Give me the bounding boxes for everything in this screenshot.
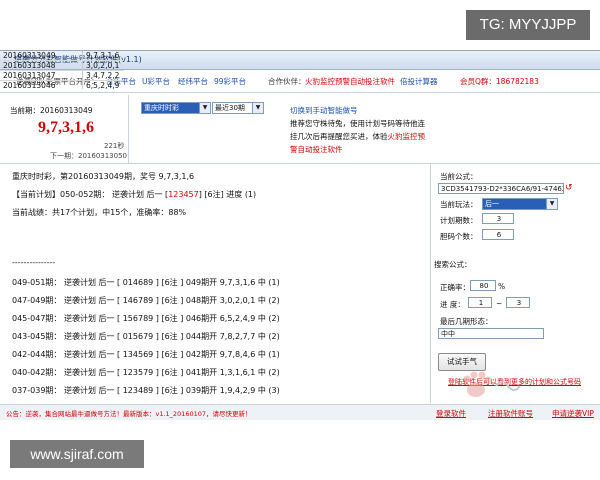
countdown: 221秒 (104, 142, 125, 150)
progress-to-input[interactable]: 3 (506, 297, 530, 308)
draw-period: 20160313048 (3, 61, 56, 70)
search-formula-label: 搜索公式： (434, 260, 472, 269)
refresh-icon[interactable]: ↺ (565, 183, 573, 193)
draw-period: 20160313046 (3, 81, 56, 90)
draw-numbers: 3,4,7,2,2 (86, 71, 120, 80)
history-row: 043-045期： 逆袭计划 后一 [ 015679 ] [6注 ] 044期开… (12, 332, 280, 341)
history-row: 040-042期： 逆袭计划 后一 [ 123579 ] [6注 ] 041期开… (12, 368, 280, 377)
history-row: 042-044期： 逆袭计划 后一 [ 134569 ] [6注 ] 042期开… (12, 350, 280, 359)
history-row: 045-047期： 逆袭计划 后一 [ 156789 ] [6注 ] 046期开… (12, 314, 280, 323)
draw-period: 20160313049 (3, 51, 56, 60)
record-summary: 当前战绩：共17个计划，中15个，准确率：88% (12, 208, 187, 217)
current-plan-suffix: ] [6注] 进度 (1) (198, 190, 257, 199)
progress-label: 进 度： (440, 300, 465, 309)
list-item[interactable]: 20160313049 9,7,3,1,6 (0, 51, 124, 60)
history-row: 037-039期： 逆袭计划 后一 [ 123489 ] [6注 ] 039期开… (12, 386, 280, 395)
site-watermark: www.sjiraf.com (10, 440, 144, 468)
current-plan: 【当前计划】050-052期： 逆袭计划 后一 [123457] [6注] 进度… (12, 189, 256, 200)
current-plan-text: 【当前计划】050-052期： 逆袭计划 后一 [ (12, 190, 169, 199)
partner-prefix: 合作伙伴： (268, 77, 306, 86)
apply-vip-link[interactable]: 申请逆袭VIP (552, 408, 594, 419)
section-divider (0, 163, 600, 164)
lottery-select-value: 重庆时时彩 (144, 104, 179, 112)
chevron-down-icon: ▼ (546, 199, 557, 209)
formula-label: 当前公式： (440, 172, 478, 181)
notice-line-2: 推荐您守株待兔，使用计划号码等待他连 (290, 119, 425, 128)
progress-from-input[interactable]: 1 (468, 297, 492, 308)
paw-logo (463, 371, 521, 397)
huobao-link[interactable]: 火豹监控预 (388, 132, 426, 141)
app-window: 逆袭分分彩智能做号计划软件(v1.1) 逆袭团队彩票平台开户： 合乐平台 U彩平… (0, 50, 600, 421)
notice-line-3-text: 挂几次后再提醒您买进，体验 (290, 132, 388, 141)
auto-bet-link[interactable]: 警自动投注软件 (290, 144, 343, 155)
manual-mode-link[interactable]: 切换到手动智能做号 (290, 105, 358, 116)
accuracy-input[interactable]: 80 (470, 280, 496, 291)
current-plan-numbers: 123457 (168, 190, 199, 199)
formula-input[interactable]: 3CD3541793-D2*336CA6/91-47462*2 (438, 183, 564, 194)
plan-periods-label: 计划期数： (440, 216, 478, 225)
platform-link-4[interactable]: 99彩平台 (214, 76, 246, 87)
code-count-label: 胆码个数： (440, 232, 478, 241)
plan-periods-input[interactable]: 3 (482, 213, 514, 224)
bulletin: 公告：逆袭，集合网站最牛逼做号方法！最新版本：v1.1_20160107，请尽快… (6, 410, 252, 418)
percent-sign: % (498, 282, 506, 291)
lottery-select[interactable]: 重庆时时彩 ▼ (141, 102, 211, 114)
play-select-value: 后一 (485, 200, 499, 208)
status-bar: 公告：逆袭，集合网站最牛逼做号方法！最新版本：v1.1_20160107，请尽快… (0, 404, 600, 420)
winning-number: 9,7,3,1,6 (38, 119, 94, 136)
login-link[interactable]: 登录软件 (436, 408, 466, 419)
text-divider: --------------- (12, 258, 56, 267)
next-period-label: 下一期：20160313050 (50, 152, 127, 160)
divider-vertical (128, 95, 129, 163)
last-pattern-input[interactable]: 中中 (438, 328, 544, 339)
member-qq-group: 会员Q群：186782183 (460, 77, 539, 86)
list-item[interactable]: 20160313047 3,4,7,2,2 (0, 71, 124, 80)
platform-link-2[interactable]: U彩平台 (142, 76, 170, 87)
draw-numbers: 3,0,2,0,1 (86, 61, 120, 70)
range-tilde: ~ (496, 299, 503, 308)
notice-line-3: 挂几次后再提醒您买进，体验火豹监控预 (290, 131, 425, 142)
list-item[interactable]: 20160313046 6,5,2,4,9 (0, 81, 124, 90)
tg-watermark: TG: MYYJJPP (466, 10, 590, 40)
history-row: 049-051期： 逆袭计划 后一 [ 014689 ] [6注 ] 049期开… (12, 278, 280, 287)
partner-link[interactable]: 火豹监控预警自动投注软件 (305, 76, 395, 87)
bet-calculator-link[interactable]: 倍投计算器 (400, 76, 438, 87)
result-header: 重庆时时彩，第20160313049期，奖号 9,7,3,1,6 (12, 172, 195, 181)
play-select[interactable]: 后一 ▼ (482, 198, 558, 210)
chevron-down-icon: ▼ (199, 103, 210, 113)
register-link[interactable]: 注册软件账号 (488, 408, 533, 419)
chevron-down-icon: ▼ (252, 103, 263, 113)
draw-numbers: 9,7,3,1,6 (86, 51, 120, 60)
list-item[interactable]: 20160313048 3,0,2,0,1 (0, 61, 124, 70)
draw-history-list[interactable]: 20160313049 9,7,3,1,6 20160313048 3,0,2,… (0, 51, 126, 91)
platform-link-3[interactable]: 经纬平台 (178, 76, 208, 87)
draw-period: 20160313047 (3, 71, 56, 80)
accuracy-label: 正确率： (440, 283, 470, 292)
last-periods-label: 最后几期形态： (440, 317, 493, 326)
draw-numbers: 6,5,2,4,9 (86, 81, 120, 90)
plan-output: 重庆时时彩，第20160313049期，奖号 9,7,3,1,6 【当前计划】0… (6, 171, 426, 411)
play-label: 当前玩法： (440, 200, 478, 209)
recent-select[interactable]: 最近30期 ▼ (212, 102, 264, 114)
recent-select-value: 最近30期 (215, 104, 245, 112)
history-row: 047-049期： 逆袭计划 后一 [ 146789 ] [6注 ] 048期开… (12, 296, 280, 305)
current-period-label: 当前期：20160313049 (10, 106, 93, 115)
code-count-input[interactable]: 6 (482, 229, 514, 240)
